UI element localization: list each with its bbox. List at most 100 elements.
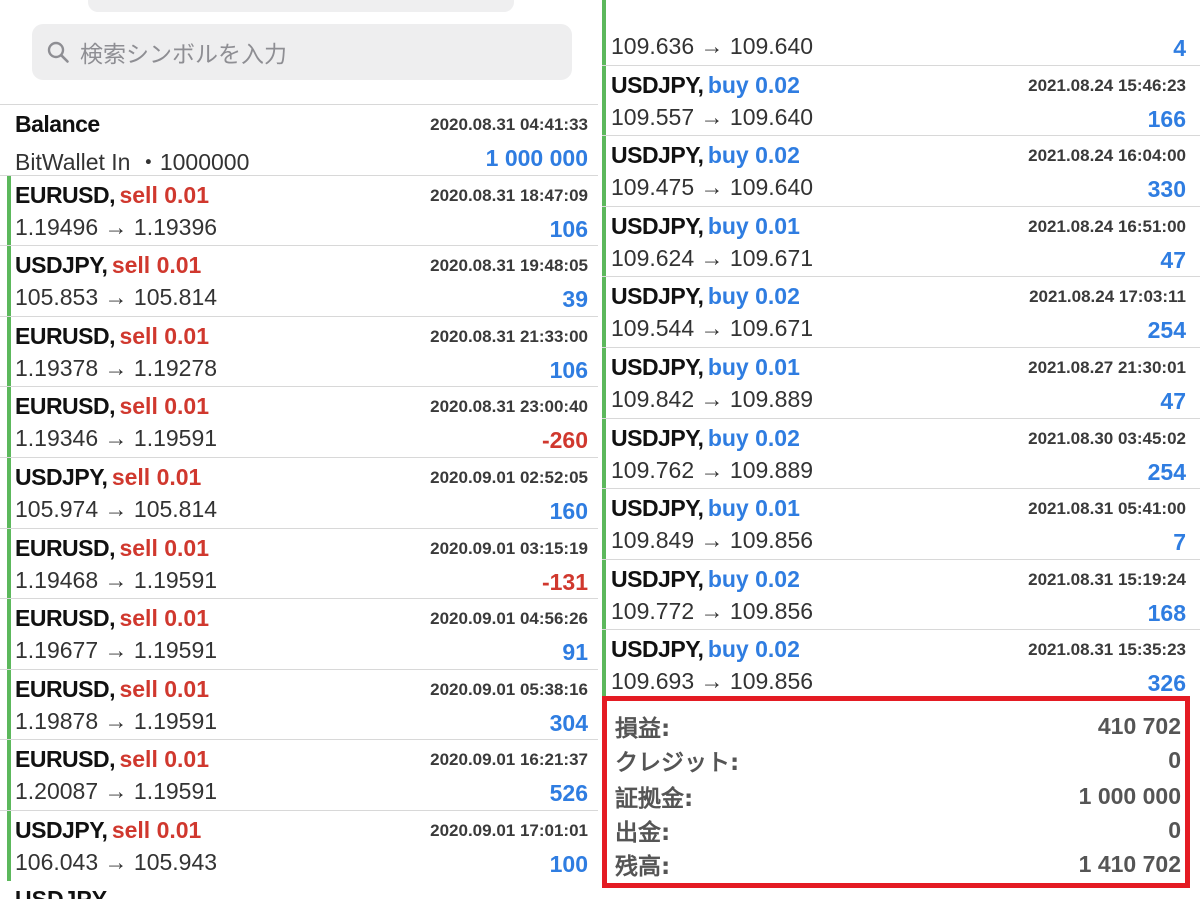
deal-row[interactable]: USDJPY, buy 0.02 2021.08.31 15:35:23 109.6… xyxy=(602,629,1200,700)
deal-action: sell 0.01 xyxy=(119,605,209,632)
margin-label: 証拠金: xyxy=(615,786,694,812)
deal-symbol: USDJPY, xyxy=(611,565,704,592)
balance-description: BitWallet In ・1000000 xyxy=(15,149,250,175)
deal-profit: 39 xyxy=(562,286,588,313)
deal-row[interactable]: USDJPY, buy 0.01 2021.08.27 21:30:01 109.8… xyxy=(602,346,1200,418)
deal-time: 2020.08.31 18:47:09 xyxy=(430,185,588,205)
deal-action: sell 0.01 xyxy=(119,393,209,420)
deal-prices: 109.772 → 109.856 xyxy=(611,597,814,624)
deal-time: 2020.09.01 05:38:16 xyxy=(430,679,588,699)
deal-time: 2020.08.31 23:00:40 xyxy=(430,397,588,417)
deal-row[interactable]: EURUSD, sell 0.01 2020.09.01 16:21:37 1.20… xyxy=(0,739,598,810)
deal-symbol: USDJPY, xyxy=(611,495,704,522)
deal-time: 2021.08.24 17:03:11 xyxy=(1029,287,1186,307)
deal-time: 2021.08.31 15:19:24 xyxy=(1028,569,1186,589)
balance-row[interactable]: Balance 2020.08.31 04:41:33 BitWallet In… xyxy=(0,104,598,175)
deal-row[interactable]: EURUSD, sell 0.01 2020.09.01 05:38:16 1.19… xyxy=(0,668,598,740)
deal-prices: 1.19677 → 1.19591 xyxy=(15,637,218,664)
deal-prices: 109.544 → 109.671 xyxy=(611,315,814,342)
deal-profit: 330 xyxy=(1147,176,1186,203)
deal-symbol: USDJPY, xyxy=(15,463,108,490)
search-placeholder: 検索シンボルを入力 xyxy=(80,42,287,68)
deal-profit: 326 xyxy=(1147,670,1186,697)
margin-value: 1 000 000 xyxy=(1078,782,1181,809)
deal-profit: -131 xyxy=(541,568,588,595)
deal-prices: 109.636 → 109.640 xyxy=(611,33,814,59)
search-input[interactable]: 検索シンボルを入力 xyxy=(32,24,572,80)
deal-profit: 47 xyxy=(1160,387,1186,414)
deal-row[interactable]: USDJPY, buy 0.01 2021.08.31 05:41:00 109.8… xyxy=(602,488,1200,559)
deal-symbol: USDJPY, xyxy=(611,71,704,98)
deal-profit: 526 xyxy=(549,780,588,807)
deal-prices: 109.762 → 109.889 xyxy=(611,456,814,483)
deal-row[interactable]: EURUSD, sell 0.01 2020.09.01 04:56:26 1.19… xyxy=(0,598,598,669)
deal-row[interactable]: USDJPY, buy 0.02 2021.08.24 15:46:23 109.5… xyxy=(602,64,1200,136)
deal-symbol: USDJPY, xyxy=(611,353,704,380)
deal-row[interactable]: 109.636 → 109.640 4 xyxy=(602,0,1200,65)
deal-action: buy 0.02 xyxy=(707,142,800,169)
deal-time: 2021.08.24 16:51:00 xyxy=(1028,216,1186,236)
deal-time: 2021.08.31 05:41:00 xyxy=(1028,499,1186,519)
deal-symbol: USDJPY, xyxy=(611,636,704,663)
deal-prices: 109.475 → 109.640 xyxy=(611,174,814,201)
deal-action: buy 0.02 xyxy=(707,424,800,451)
deal-row[interactable]: USDJPY, buy 0.02 2021.08.31 15:19:24 109.7… xyxy=(602,558,1200,630)
deal-time: 2020.08.31 21:33:00 xyxy=(430,326,588,346)
deal-profit: 168 xyxy=(1147,599,1186,626)
deal-row[interactable]: USDJPY, buy 0.02 2021.08.24 17:03:11 109.5… xyxy=(602,276,1200,347)
summary-row-profit: 損益: 410 702 xyxy=(615,709,1181,743)
deal-row[interactable]: EURUSD, sell 0.01 2020.08.31 21:33:00 1.19… xyxy=(0,315,598,387)
deal-row[interactable]: USDJPY, buy 0.01 2021.08.24 16:51:00 109.6… xyxy=(602,205,1200,277)
summary-row-withdrawal: 出金: 0 xyxy=(615,813,1181,847)
deal-profit: 304 xyxy=(549,709,588,736)
deal-row[interactable]: EURUSD, sell 0.01 2020.09.01 03:15:19 1.19… xyxy=(0,527,598,599)
deal-symbol: EURUSD, xyxy=(15,393,116,420)
deal-time: 2021.08.27 21:30:01 xyxy=(1028,357,1186,377)
deal-row[interactable]: EURUSD, sell 0.01 2020.08.31 18:47:09 1.19… xyxy=(0,174,598,246)
deal-action: sell 0.01 xyxy=(119,322,209,349)
deal-time: 2020.09.01 17:01:01 xyxy=(430,820,588,840)
deal-row[interactable]: USDJPY, buy 0.02 2021.08.24 16:04:00 109.4… xyxy=(602,135,1200,206)
deal-action: buy 0.02 xyxy=(707,565,800,592)
deal-row[interactable]: USDJPY, buy 0.02 2021.08.30 03:45:02 109.7… xyxy=(602,417,1200,489)
deal-symbol: EURUSD, xyxy=(15,534,116,561)
deal-profit: 100 xyxy=(549,850,588,877)
withdrawal-label: 出金: xyxy=(615,820,671,846)
deal-symbol: EURUSD, xyxy=(15,675,116,702)
summary-row-credit: クレジット: 0 xyxy=(615,743,1181,777)
deal-profit: 4 xyxy=(1173,35,1186,61)
deal-symbol: EURUSD, xyxy=(15,746,116,773)
credit-label: クレジット: xyxy=(615,750,740,776)
deal-action: buy 0.01 xyxy=(707,353,800,380)
deal-symbol: USDJPY, xyxy=(15,816,108,843)
deal-prices: 105.974 → 105.814 xyxy=(15,495,218,522)
segmented-control-partial[interactable] xyxy=(88,0,514,12)
deal-action: sell 0.01 xyxy=(119,746,209,773)
deal-prices: 109.624 → 109.671 xyxy=(611,244,814,271)
search-icon xyxy=(46,39,72,65)
deal-prices: 105.853 → 105.814 xyxy=(15,284,218,311)
account-summary: 損益: 410 702 クレジット: 0 証拠金: 1 000 000 出金: … xyxy=(602,696,1190,888)
deal-row[interactable]: USDJPY, sell 0.01 2020.08.31 19:48:05 105.… xyxy=(0,245,598,316)
balance-amount: 1 000 000 xyxy=(485,145,588,171)
history-panel-left: 検索シンボルを入力 Balance 2020.08.31 04:41:33 Bi… xyxy=(0,0,598,899)
deal-symbol: USDJPY, xyxy=(611,212,704,239)
deal-row[interactable]: USDJPY, sell 0.01 2020.09.01 17:01:01 106.… xyxy=(0,809,598,881)
deal-profit: 254 xyxy=(1147,458,1186,485)
deal-action: sell 0.01 xyxy=(119,675,209,702)
deal-row[interactable]: USDJPY, sell 0.01 2020.09.01 02:52:05 105.… xyxy=(0,456,598,528)
deal-prices: 1.19346 → 1.19591 xyxy=(15,425,218,452)
deal-symbol: USDJPY, xyxy=(611,283,704,310)
deal-profit: 91 xyxy=(562,639,588,666)
deal-time: 2020.09.01 16:21:37 xyxy=(430,750,588,770)
deal-action: buy 0.01 xyxy=(707,212,800,239)
deal-time: 2021.08.24 16:04:00 xyxy=(1028,146,1186,166)
deal-prices: 1.19378 → 1.19278 xyxy=(15,354,218,381)
deal-symbol: EURUSD, xyxy=(15,322,116,349)
deal-profit: -260 xyxy=(541,427,588,454)
balance-value: 1 410 702 xyxy=(1078,850,1181,877)
deal-prices: 109.693 → 109.856 xyxy=(611,668,814,695)
summary-row-margin: 証拠金: 1 000 000 xyxy=(615,779,1181,813)
deal-row[interactable]: EURUSD, sell 0.01 2020.08.31 23:00:40 1.19… xyxy=(0,386,598,457)
deal-profit: 47 xyxy=(1160,246,1186,273)
